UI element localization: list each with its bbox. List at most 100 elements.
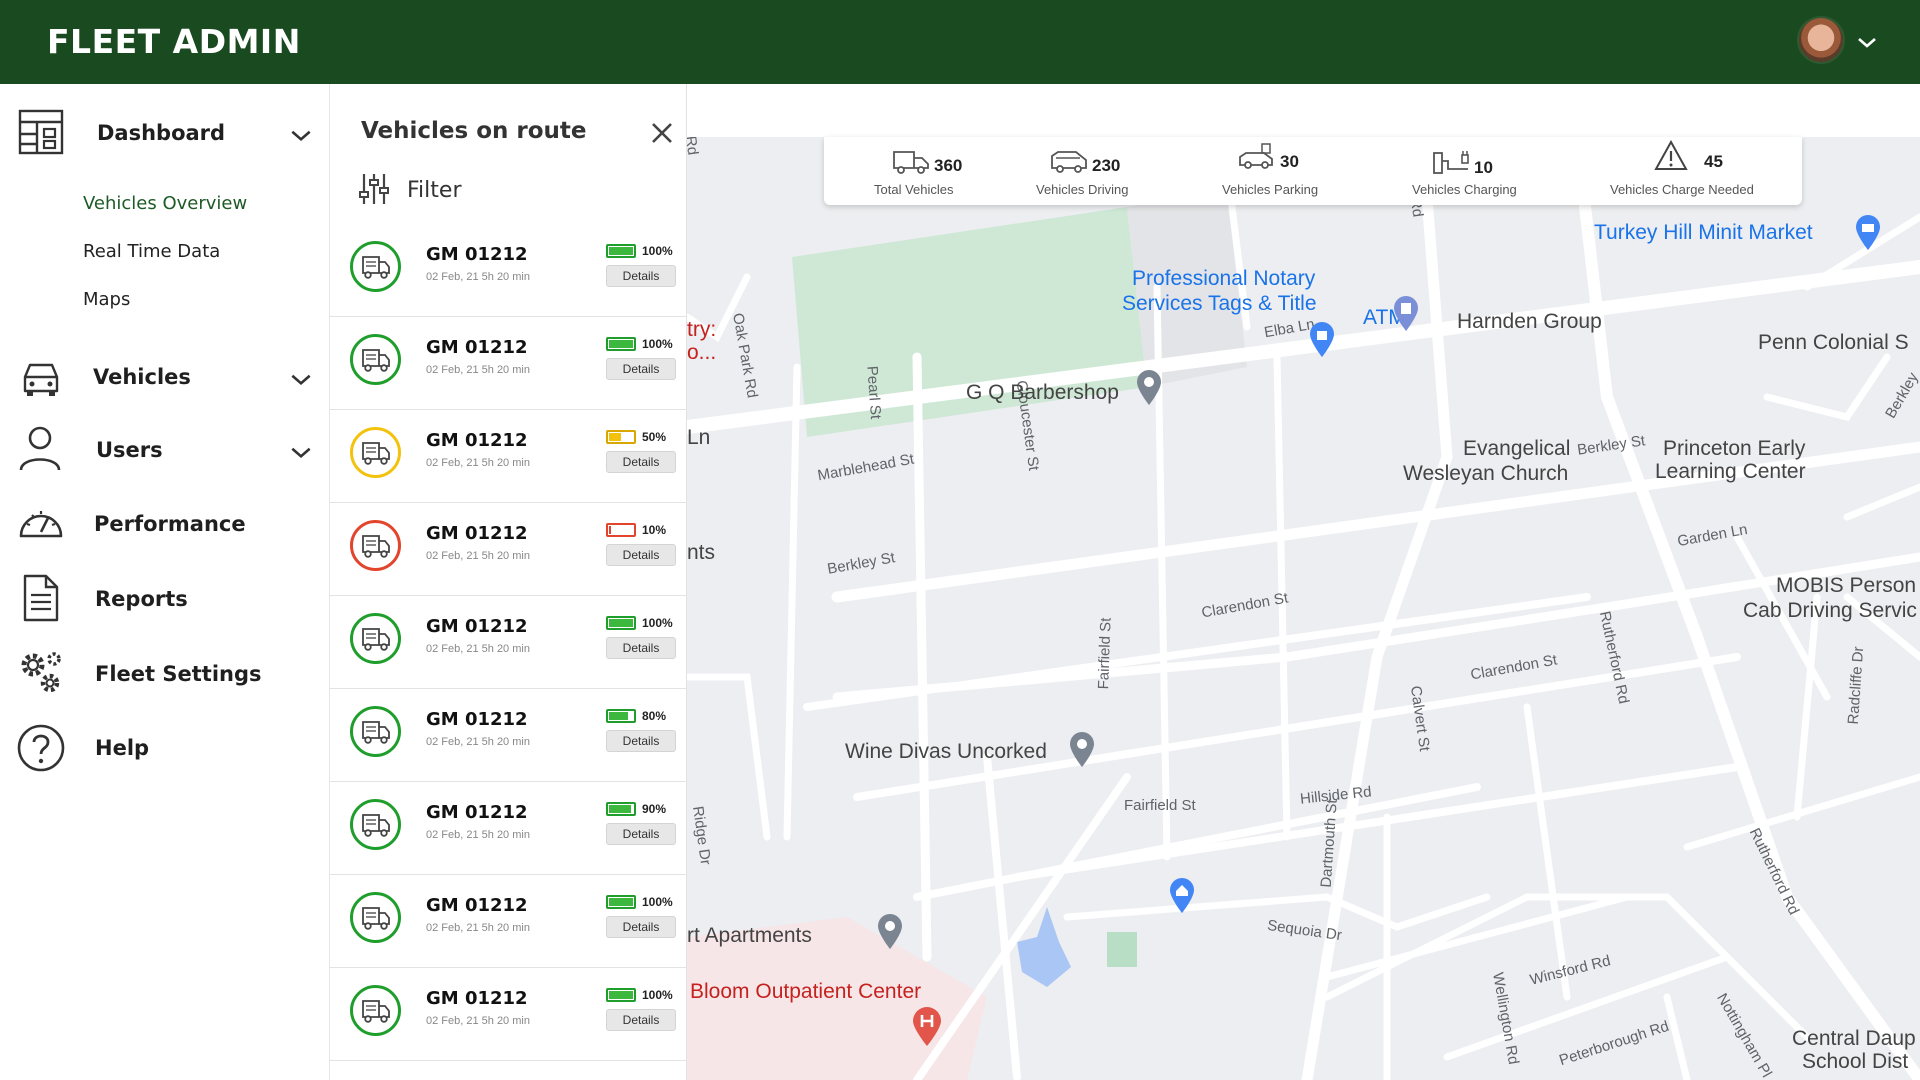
sidebar-subitem-maps[interactable]: Maps bbox=[83, 289, 130, 310]
battery-percent: 100% bbox=[642, 616, 673, 630]
hospital-pin-icon[interactable] bbox=[912, 1007, 942, 1047]
vehicle-row[interactable]: GM 01212 02 Feb, 21 5h 20 min 90% Details bbox=[330, 782, 687, 875]
details-button[interactable]: Details bbox=[606, 358, 676, 380]
sidebar-item-vehicles[interactable]: Vehicles bbox=[0, 347, 330, 407]
truck-icon bbox=[362, 721, 390, 744]
user-avatar[interactable] bbox=[1797, 16, 1845, 64]
map-pin-icon[interactable] bbox=[877, 914, 903, 950]
stat-value: 30 bbox=[1280, 152, 1299, 171]
chevron-down-icon[interactable] bbox=[1855, 30, 1879, 54]
vehicle-status-ring bbox=[350, 613, 401, 664]
vehicle-row[interactable]: GM 01212 02 Feb, 21 5h 20 min 100% Details bbox=[330, 317, 687, 410]
vehicle-row[interactable]: GM 01212 02 Feb, 21 5h 20 min 10% Details bbox=[330, 503, 687, 596]
vehicle-name: GM 01212 bbox=[426, 895, 528, 916]
battery-icon bbox=[606, 802, 636, 816]
map-place-label[interactable]: try: bbox=[687, 318, 716, 342]
document-icon bbox=[23, 574, 59, 622]
map-pin-icon[interactable] bbox=[1069, 732, 1095, 768]
stat-vehicles-charge-needed[interactable]: 45 Vehicles Charge Needed bbox=[1609, 137, 1789, 205]
battery-icon bbox=[606, 337, 636, 351]
gears-icon bbox=[21, 652, 61, 693]
sidebar-item-performance[interactable]: Performance bbox=[0, 495, 330, 555]
sidebar-item-users[interactable]: Users bbox=[0, 420, 330, 480]
map-place-label[interactable]: Wesleyan Church bbox=[1403, 462, 1568, 486]
truck-icon bbox=[362, 349, 390, 372]
filter-label[interactable]: Filter bbox=[407, 178, 461, 203]
vehicle-name: GM 01212 bbox=[426, 523, 528, 544]
map-place-label[interactable]: MOBIS Person bbox=[1776, 574, 1916, 598]
battery-percent: 100% bbox=[642, 988, 673, 1002]
sidebar-item-reports[interactable]: Reports bbox=[0, 571, 330, 631]
battery-fill bbox=[609, 805, 631, 813]
stat-vehicles-charging[interactable]: 10 Vehicles Charging bbox=[1412, 137, 1572, 205]
vehicle-time: 02 Feb, 21 5h 20 min bbox=[426, 736, 530, 748]
battery-icon bbox=[606, 616, 636, 630]
vehicle-time: 02 Feb, 21 5h 20 min bbox=[426, 922, 530, 934]
vehicle-status-ring bbox=[350, 892, 401, 943]
truck-icon bbox=[893, 151, 929, 174]
user-icon bbox=[19, 426, 61, 471]
details-button[interactable]: Details bbox=[606, 1009, 676, 1031]
battery-icon bbox=[606, 523, 636, 537]
battery-fill bbox=[609, 340, 633, 348]
chevron-down-icon[interactable] bbox=[288, 366, 314, 392]
sidebar-item-label: Performance bbox=[94, 512, 246, 536]
speedometer-icon bbox=[19, 511, 63, 538]
stat-total-vehicles[interactable]: 360 Total Vehicles bbox=[872, 137, 1022, 205]
map-place-label[interactable]: Princeton Early bbox=[1663, 437, 1805, 461]
sidebar-item-dashboard[interactable]: Dashboard bbox=[0, 104, 330, 164]
sidebar-subitem-vehicles-overview[interactable]: Vehicles Overview bbox=[83, 193, 247, 214]
map-place-label[interactable]: Cab Driving Servic bbox=[1743, 599, 1917, 623]
close-icon[interactable] bbox=[648, 119, 676, 147]
map-place-label[interactable]: Turkey Hill Minit Market bbox=[1594, 221, 1813, 245]
vehicle-row[interactable]: GM 01212 02 Feb, 21 5h 20 min 100% Details bbox=[330, 224, 687, 317]
vehicle-row[interactable]: GM 01212 02 Feb, 21 5h 20 min 100% Details bbox=[330, 596, 687, 689]
map-place-label[interactable]: Professional Notary bbox=[1132, 267, 1315, 291]
details-button[interactable]: Details bbox=[606, 916, 676, 938]
map-place-label[interactable]: o... bbox=[687, 341, 716, 365]
shopping-pin-icon[interactable] bbox=[1309, 322, 1335, 358]
map-street-label: Rd bbox=[687, 137, 702, 157]
sidebar-subitem-real-time-data[interactable]: Real Time Data bbox=[83, 241, 220, 262]
chevron-down-icon[interactable] bbox=[288, 122, 314, 148]
map-place-label[interactable]: Wine Divas Uncorked bbox=[845, 740, 1047, 764]
store-pin-icon[interactable] bbox=[1855, 215, 1881, 251]
map-place-label[interactable]: Central Daup bbox=[1792, 1027, 1916, 1051]
map-place-label[interactable]: Penn Colonial S bbox=[1758, 331, 1909, 355]
details-button[interactable]: Details bbox=[606, 544, 676, 566]
stat-vehicles-driving[interactable]: 230 Vehicles Driving bbox=[1036, 137, 1196, 205]
map-pin-icon[interactable] bbox=[1136, 370, 1162, 406]
home-pin-icon[interactable] bbox=[1169, 878, 1195, 914]
filter-icon[interactable] bbox=[357, 172, 391, 206]
vehicle-row[interactable]: GM 01212 02 Feb, 21 5h 20 min 100% Details bbox=[330, 875, 687, 968]
chevron-down-icon[interactable] bbox=[288, 439, 314, 465]
details-button[interactable]: Details bbox=[606, 451, 676, 473]
details-button[interactable]: Details bbox=[606, 265, 676, 287]
stat-vehicles-parking[interactable]: 30 Vehicles Parking bbox=[1222, 137, 1382, 205]
map-place-label[interactable]: rt Apartments bbox=[687, 924, 812, 948]
map-place-label[interactable]: Bloom Outpatient Center bbox=[690, 980, 921, 1004]
stat-label: Vehicles Charging bbox=[1412, 182, 1517, 197]
sidebar-item-help[interactable]: Help bbox=[0, 719, 330, 779]
map-place-label[interactable]: Evangelical bbox=[1463, 437, 1570, 461]
parking-icon bbox=[1239, 143, 1273, 169]
vehicle-row[interactable]: GM 01212 02 Feb, 21 5h 20 min 80% Details bbox=[330, 689, 687, 782]
vehicle-row[interactable]: GM 01212 02 Feb, 21 5h 20 min 50% Details bbox=[330, 410, 687, 503]
map-view[interactable]: Marblehead St Berkley St Berkley St Elba… bbox=[687, 137, 1920, 1080]
details-button[interactable]: Details bbox=[606, 823, 676, 845]
charging-icon bbox=[1433, 151, 1469, 174]
sidebar-item-fleet-settings[interactable]: Fleet Settings bbox=[0, 645, 330, 705]
vehicle-row[interactable]: GM 01212 02 Feb, 21 5h 20 min 100% Details bbox=[330, 968, 687, 1061]
map-place-label[interactable]: Services Tags & Title bbox=[1122, 292, 1317, 316]
map-place-label[interactable]: nts bbox=[687, 541, 715, 565]
atm-pin-icon[interactable] bbox=[1393, 296, 1419, 332]
details-button[interactable]: Details bbox=[606, 637, 676, 659]
vehicle-name: GM 01212 bbox=[426, 802, 528, 823]
map-place-label[interactable]: Learning Center bbox=[1655, 460, 1806, 484]
map-place-label[interactable]: G Q Barbershop bbox=[966, 381, 1119, 405]
map-place-label[interactable]: School Dist bbox=[1802, 1050, 1908, 1074]
map-place-label[interactable]: Harnden Group bbox=[1457, 310, 1602, 334]
details-button[interactable]: Details bbox=[606, 730, 676, 752]
map-place-label[interactable]: Ln bbox=[687, 426, 710, 450]
truck-icon bbox=[362, 814, 390, 837]
